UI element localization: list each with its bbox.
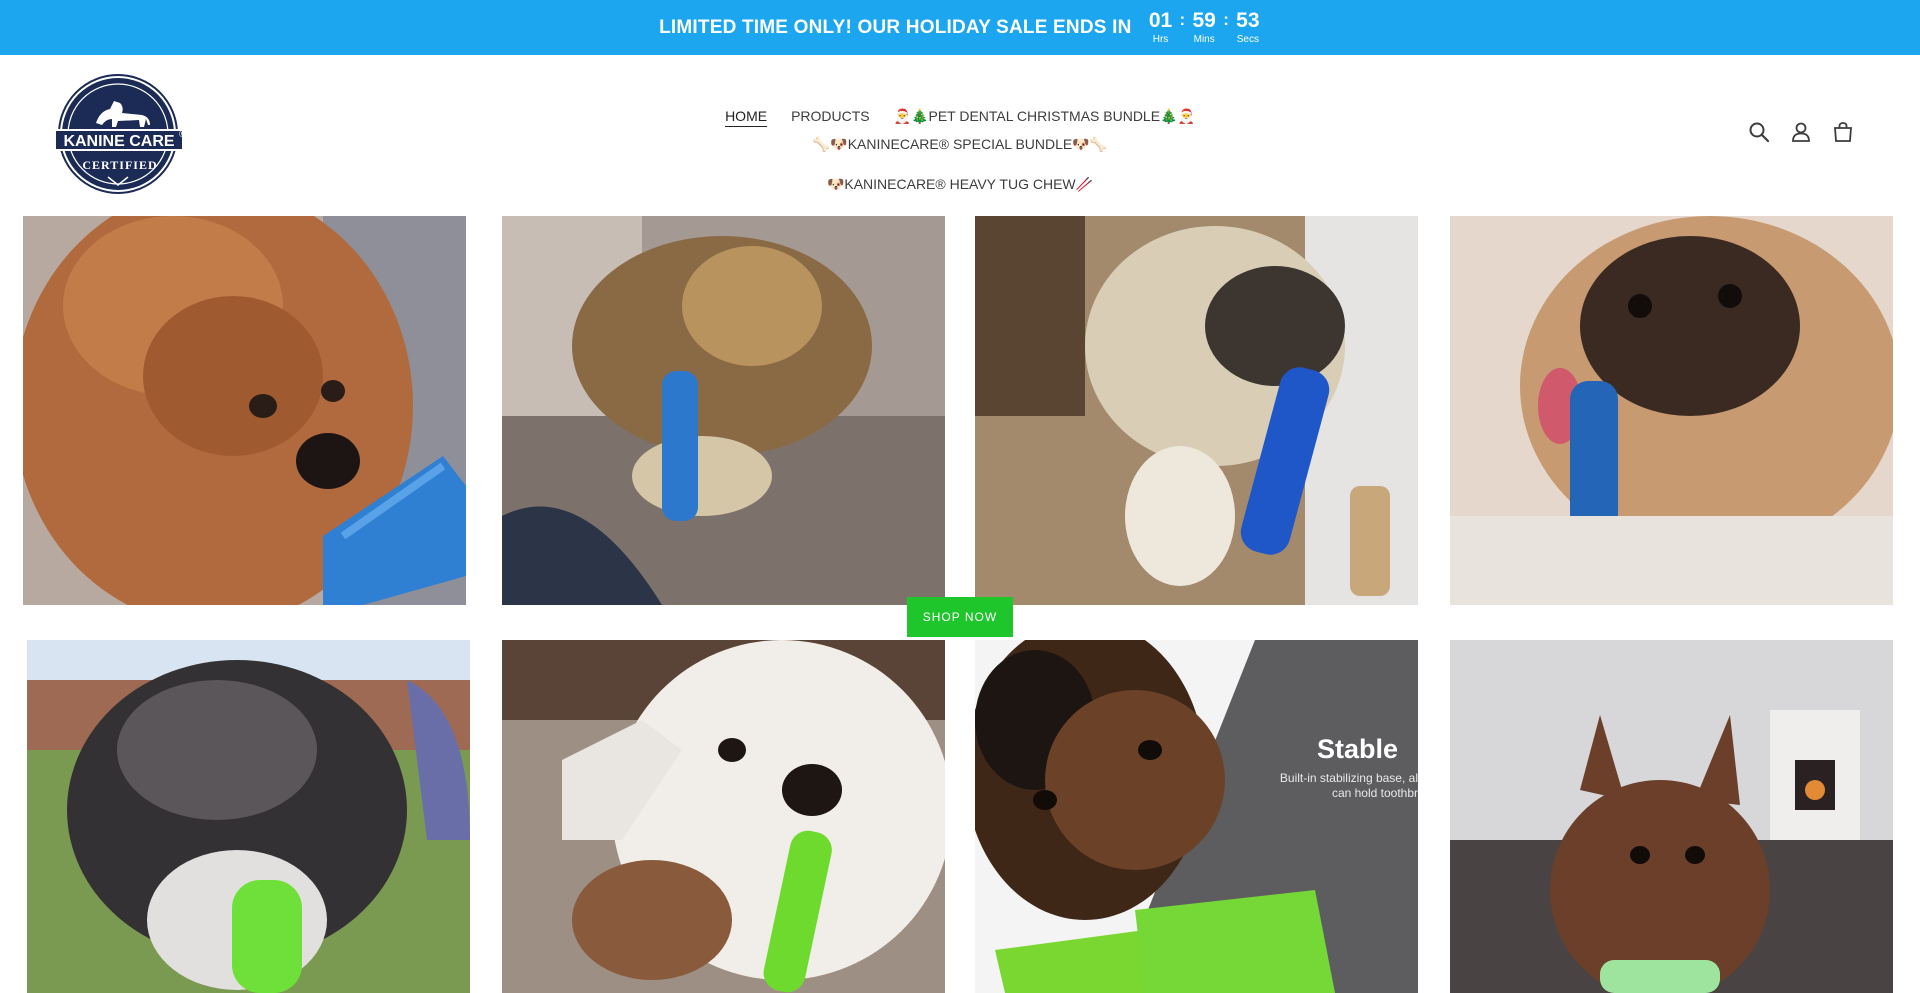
- timer-separator: :: [1179, 9, 1186, 29]
- gallery-image-shepherd-blue-chew[interactable]: [975, 216, 1418, 605]
- gallery-image-yorkie-blue-chew[interactable]: [502, 216, 945, 605]
- timer-separator: :: [1223, 9, 1229, 29]
- logo-registered-mark: ®: [179, 129, 184, 139]
- cart-icon[interactable]: [1832, 121, 1854, 143]
- site-logo[interactable]: KANINE CARE CERTIFIED ®: [54, 73, 186, 195]
- nav-products[interactable]: PRODUCTS: [791, 108, 870, 124]
- nav-christmas-bundle[interactable]: 🎅🎄PET DENTAL CHRISTMAS BUNDLE🎄🎅: [894, 108, 1195, 124]
- logo-subtitle: CERTIFIED: [82, 158, 157, 172]
- tile-overlay-subtitle: Built-in stabilizing base, al can hold t…: [1279, 771, 1418, 800]
- timer-hours: 01 Hrs: [1148, 8, 1173, 45]
- main-navigation: HOME PRODUCTS 🎅🎄PET DENTAL CHRISTMAS BUN…: [560, 108, 1360, 192]
- timer-minutes: 59 Mins: [1192, 8, 1216, 45]
- nav-heavy-tug-chew[interactable]: 🐶KANINECARE® HEAVY TUG CHEW🥢: [827, 176, 1093, 192]
- gallery-image-pug-blue-chew[interactable]: [1450, 216, 1893, 605]
- nav-special-bundle[interactable]: 🦴🐶KANINECARE® SPECIAL BUNDLE🐶🦴: [813, 136, 1107, 152]
- announcement-bar: LIMITED TIME ONLY! OUR HOLIDAY SALE ENDS…: [0, 0, 1920, 55]
- gallery-image-doodle-green-chew[interactable]: [27, 640, 470, 993]
- gallery-image-boxer-green-chew[interactable]: [1450, 640, 1893, 993]
- timer-seconds: 53 Secs: [1236, 8, 1260, 45]
- shop-now-button[interactable]: SHOP NOW: [907, 597, 1013, 637]
- gallery-image-terrier-green-chew[interactable]: [975, 640, 1418, 993]
- gallery-image-shihtzu-green-chew[interactable]: [502, 640, 945, 993]
- search-icon[interactable]: [1748, 121, 1770, 143]
- countdown-timer: 01 Hrs : 59 Mins : 53 Secs: [1148, 8, 1261, 46]
- tile-overlay-title: Stable: [1317, 734, 1399, 764]
- nav-home[interactable]: HOME: [725, 108, 767, 124]
- site-header: KANINE CARE CERTIFIED ® HOME PRODUCTS 🎅🎄…: [0, 55, 1920, 215]
- gallery-image-poodle-blue-chew[interactable]: [23, 216, 466, 605]
- logo-title: KANINE CARE: [63, 133, 174, 150]
- announcement-text: LIMITED TIME ONLY! OUR HOLIDAY SALE ENDS…: [659, 16, 1132, 38]
- header-actions: [1748, 121, 1854, 143]
- account-icon[interactable]: [1790, 121, 1812, 143]
